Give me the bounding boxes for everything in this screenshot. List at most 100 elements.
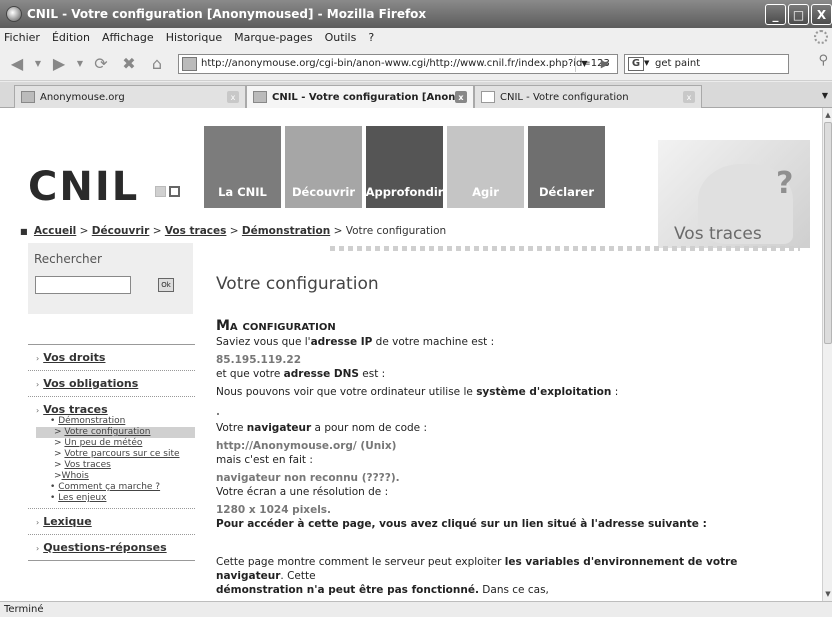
tab-favicon-icon: [21, 91, 35, 103]
leftnav-lexique[interactable]: › Lexique: [28, 508, 195, 534]
explanation-line-1: Cette page montre comment le serveur peu…: [216, 556, 738, 582]
menu-marque-pages[interactable]: Marque-pages: [234, 31, 312, 44]
useragent-value: http://Anonymouse.org/ (Unix): [216, 440, 397, 452]
tab-label: CNIL - Votre configuration: [500, 91, 629, 103]
page-title: Votre configuration: [216, 274, 379, 294]
home-icon[interactable]: ⌂: [144, 53, 170, 75]
nav-la-cnil[interactable]: La CNIL: [204, 126, 281, 208]
submenu-item[interactable]: >Whois: [50, 471, 195, 482]
referer-question: Pour accéder à cette page, vous avez cli…: [216, 518, 707, 530]
site-search-input[interactable]: [35, 276, 131, 294]
submenu-link[interactable]: Les enjeux: [58, 493, 106, 503]
submenu-item[interactable]: • Comment ça marche ?: [50, 482, 195, 493]
submenu-link[interactable]: Un peu de météo: [64, 438, 142, 448]
logo-squares: [155, 186, 180, 197]
browser-question: Votre navigateur a pour nom de code :: [216, 422, 428, 434]
search-engine-icon[interactable]: G: [628, 56, 644, 71]
stop-icon[interactable]: ✖: [116, 53, 142, 75]
firefox-icon: [6, 6, 22, 22]
breadcrumb-bullet-icon: ■: [20, 227, 28, 236]
leftnav-link[interactable]: Vos obligations: [43, 377, 138, 390]
menu-edition[interactable]: Édition: [52, 31, 90, 44]
nav-approfondir[interactable]: Approfondir: [366, 126, 443, 208]
tab-cnil-anon[interactable]: CNIL - Votre configuration [Anon... x: [246, 85, 474, 108]
tab-close-icon[interactable]: x: [683, 91, 695, 103]
submenu-link[interactable]: Votre configuration: [64, 427, 150, 437]
submenu-item[interactable]: > Votre parcours sur ce site: [50, 449, 195, 460]
search-input[interactable]: get paint: [655, 58, 700, 69]
submenu-item[interactable]: • Démonstration: [50, 416, 195, 427]
search-engine-dropdown-icon[interactable]: ▼: [644, 59, 649, 67]
back-dropdown-icon[interactable]: ▼: [32, 53, 44, 75]
main-article: Ma configuration Saviez vous que l'adres…: [216, 319, 806, 597]
arrow-icon: ›: [36, 406, 40, 415]
site-search-box: Rechercher Ok: [28, 243, 193, 314]
nav-decouvrir[interactable]: Découvrir: [285, 126, 362, 208]
arrow-icon: >: [54, 460, 62, 470]
submenu-link[interactable]: Vos traces: [64, 460, 110, 470]
scroll-down-icon[interactable]: ▼: [823, 589, 832, 599]
breadcrumb-separator: >: [79, 225, 89, 237]
nav-declarer[interactable]: Déclarer: [528, 126, 605, 208]
forward-icon[interactable]: ▶: [46, 53, 72, 75]
menu-outils[interactable]: Outils: [325, 31, 357, 44]
tab-list-dropdown-icon[interactable]: ▼: [822, 91, 828, 100]
leftnav-link[interactable]: Lexique: [43, 515, 92, 528]
leftnav-vos-traces[interactable]: › Vos traces • Démonstration > Votre conf…: [28, 396, 195, 508]
top-navigation: La CNIL Découvrir Approfondir Agir Décla…: [204, 126, 609, 208]
arrow-icon: >: [54, 427, 62, 437]
tab-label: Anonymouse.org: [40, 91, 125, 103]
tab-anonymouse[interactable]: Anonymouse.org x: [14, 85, 246, 108]
submenu-item-active[interactable]: > Votre configuration: [36, 427, 195, 438]
search-ok-button[interactable]: Ok: [158, 278, 174, 292]
menu-affichage[interactable]: Affichage: [102, 31, 154, 44]
scroll-up-icon[interactable]: ▲: [823, 110, 832, 120]
go-icon[interactable]: ▶: [595, 56, 615, 72]
menu-historique[interactable]: Historique: [166, 31, 222, 44]
explanation-line-2: démonstration n'a peut être pas fonction…: [216, 584, 549, 596]
vertical-scrollbar[interactable]: ▲ ▼: [822, 108, 832, 601]
cnil-logo[interactable]: CNIL: [28, 164, 139, 210]
breadcrumb-demonstration[interactable]: Démonstration: [242, 225, 330, 237]
breadcrumb-vos-traces[interactable]: Vos traces: [165, 225, 227, 237]
submenu-link[interactable]: Votre parcours sur ce site: [64, 449, 179, 459]
submenu-link[interactable]: Whois: [62, 471, 89, 481]
menu-fichier[interactable]: Fichier: [4, 31, 40, 44]
reload-icon[interactable]: ⟳: [88, 53, 114, 75]
url-bar[interactable]: http://anonymouse.org/cgi-bin/anon-www.c…: [178, 53, 618, 74]
breadcrumb-accueil[interactable]: Accueil: [34, 225, 76, 237]
tab-close-icon[interactable]: x: [227, 91, 239, 103]
submenu-item[interactable]: > Vos traces: [50, 460, 195, 471]
leftnav-link[interactable]: Vos traces: [43, 403, 107, 416]
leftnav-questions-reponses[interactable]: › Questions-réponses: [28, 534, 195, 561]
screen-question: Votre écran a une résolution de :: [216, 486, 389, 498]
breadcrumb-decouvrir[interactable]: Découvrir: [92, 225, 150, 237]
leftnav-link[interactable]: Questions-réponses: [43, 541, 166, 554]
url-history-dropdown-icon[interactable]: ▼: [575, 55, 593, 72]
close-button[interactable]: X: [811, 4, 832, 25]
tab-cnil[interactable]: CNIL - Votre configuration x: [474, 85, 702, 108]
back-icon[interactable]: ◀: [4, 53, 30, 75]
leftnav-vos-droits[interactable]: › Vos droits: [28, 344, 195, 370]
url-text[interactable]: http://anonymouse.org/cgi-bin/anon-www.c…: [201, 58, 610, 69]
tab-favicon-icon: [253, 91, 267, 103]
resolution-value: 1280 x 1024 pixels.: [216, 504, 332, 516]
menu-help[interactable]: ?: [368, 31, 374, 44]
submenu-link[interactable]: Démonstration: [58, 416, 125, 426]
leftnav-link[interactable]: Vos droits: [43, 351, 105, 364]
tab-close-icon[interactable]: x: [455, 91, 467, 103]
maximize-button[interactable]: □: [788, 4, 809, 25]
page-content: CNIL La CNIL Découvrir Approfondir Agir …: [0, 108, 822, 601]
search-bar[interactable]: G ▼ get paint: [624, 53, 789, 74]
leftnav-vos-obligations[interactable]: › Vos obligations: [28, 370, 195, 396]
breadcrumb-current: Votre configuration: [345, 225, 447, 237]
scroll-thumb[interactable]: [824, 122, 832, 344]
nav-agir[interactable]: Agir: [447, 126, 524, 208]
magnifier-icon[interactable]: ⚲: [818, 53, 828, 68]
navigation-toolbar: ◀ ▼ ▶ ▼ ⟳ ✖ ⌂ http://anonymouse.org/cgi-…: [0, 47, 832, 81]
minimize-button[interactable]: _: [765, 4, 786, 25]
submenu-item[interactable]: > Un peu de météo: [50, 438, 195, 449]
submenu-link[interactable]: Comment ça marche ?: [58, 482, 160, 492]
forward-dropdown-icon[interactable]: ▼: [74, 53, 86, 75]
submenu-item[interactable]: • Les enjeux: [50, 493, 195, 504]
